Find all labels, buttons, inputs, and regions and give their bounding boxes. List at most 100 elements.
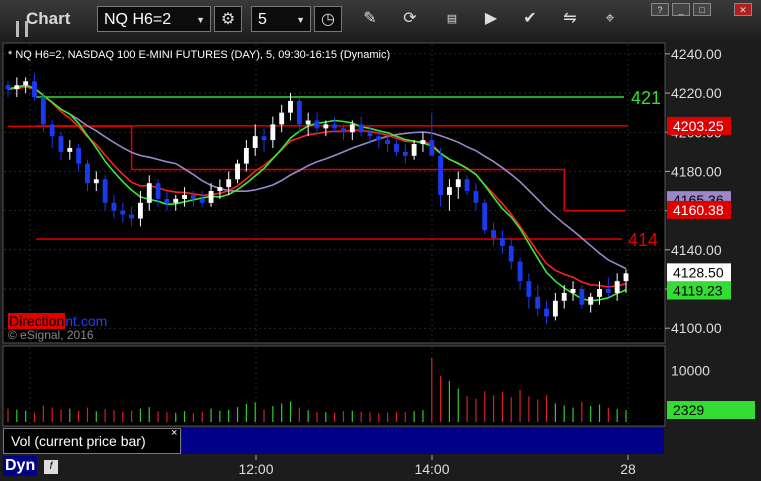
- pencil-icon[interactable]: ✎: [356, 6, 384, 32]
- candle-body: [138, 202, 143, 219]
- candle-body: [376, 136, 382, 141]
- candle-body: [323, 124, 329, 129]
- watermark-blue: nt.com: [65, 313, 108, 329]
- copyright: © eSignal, 2016: [8, 328, 94, 342]
- candle-body: [199, 198, 205, 203]
- toolbar: Chart NQ H6=2 ▼ ⚙ 5 ▼ ◷ ✎ ⟳ ▤ ▶ ✔ ⇋ ⌖ ? _ …: [0, 0, 761, 41]
- symbol-select[interactable]: NQ H6=2 ▼: [97, 6, 211, 32]
- candle-body: [111, 202, 117, 211]
- candle-body: [146, 183, 152, 203]
- cursor-icon[interactable]: ⟳: [396, 6, 424, 32]
- time-tick-label: 12:00: [238, 461, 273, 477]
- watermark: Directionnt.com: [8, 313, 107, 329]
- price-tick-label: 4220.00: [671, 85, 722, 101]
- candle-body: [517, 261, 523, 282]
- candle-body: [561, 292, 567, 301]
- candle-body: [23, 81, 29, 86]
- candle-body: [455, 179, 461, 188]
- candle-body: [473, 191, 479, 203]
- candle-body: [332, 124, 338, 129]
- candle-body: [447, 187, 452, 195]
- price-tick-label: 4180.00: [671, 163, 722, 179]
- time-tick-label: 28: [620, 461, 636, 477]
- pin-icon[interactable]: ⌖: [596, 6, 624, 32]
- candle-body: [508, 245, 514, 262]
- close-study-icon[interactable]: ×: [171, 427, 177, 439]
- app-title: Chart: [8, 9, 70, 37]
- chart-legend: * NQ H6=2, NASDAQ 100 E-MINI FUTURES (DA…: [8, 49, 391, 61]
- chevron-down-icon: ▼: [296, 15, 305, 25]
- candle-body: [93, 179, 99, 184]
- candle-body: [420, 140, 426, 145]
- candle-body: [411, 144, 417, 156]
- candle-body: [190, 194, 196, 199]
- chevron-down-icon: ▼: [196, 15, 205, 25]
- candle-body: [120, 210, 126, 215]
- help-button[interactable]: ?: [651, 3, 669, 16]
- price-badge-label: 4128.50: [673, 264, 724, 280]
- checkmark-icon[interactable]: ✔: [516, 6, 544, 32]
- candle-body: [341, 128, 346, 133]
- candle-body: [367, 132, 373, 137]
- candle-body: [155, 183, 161, 199]
- dynamic-label[interactable]: Dyn: [3, 456, 38, 476]
- candle-body: [5, 85, 11, 90]
- candle-body: [270, 124, 276, 141]
- candle-body: [288, 100, 293, 113]
- price-tick-label: 4240.00: [671, 46, 722, 62]
- candle-body: [579, 289, 585, 305]
- candle-body: [40, 96, 46, 125]
- volume-pane: [2, 345, 666, 427]
- stamp-icon[interactable]: ▤: [438, 6, 466, 32]
- candle-body: [279, 112, 285, 125]
- candle-body: [58, 136, 64, 152]
- minimize-button[interactable]: _: [672, 3, 690, 16]
- volume-study-tab[interactable]: Vol (current price bar): [3, 428, 181, 454]
- interval-select[interactable]: 5 ▼: [251, 6, 311, 32]
- candle-body: [67, 147, 73, 152]
- candle-body: [438, 155, 444, 195]
- candle-body: [314, 120, 320, 129]
- candle-body: [182, 194, 187, 199]
- price-tick-label: 4140.00: [671, 242, 722, 258]
- candle-body: [235, 163, 240, 180]
- candle-body: [544, 308, 549, 317]
- volume-tick-label: 10000: [671, 363, 710, 379]
- time-tick-label: 14:00: [414, 461, 449, 477]
- candle-body: [429, 140, 435, 156]
- gear-icon[interactable]: ⚙: [214, 6, 242, 32]
- candle-body: [252, 136, 258, 148]
- candle-body: [605, 289, 611, 293]
- play-icon[interactable]: ▶: [477, 6, 505, 32]
- candle-body: [491, 230, 496, 239]
- watermark-red: Direction: [8, 313, 66, 329]
- study-strip: [182, 428, 664, 454]
- price-badge-label: 4203.25: [673, 118, 724, 134]
- candle-body: [499, 238, 505, 246]
- candle-body: [349, 124, 355, 133]
- grip-icon[interactable]: [16, 21, 28, 37]
- clock-icon[interactable]: ◷: [314, 6, 342, 32]
- candle-body: [535, 296, 541, 309]
- level-label-green: 421: [631, 88, 661, 108]
- candle-body: [588, 296, 594, 305]
- candle-body: [173, 198, 179, 203]
- candle-body: [570, 289, 576, 293]
- candle-body: [217, 187, 223, 192]
- price-badge-label: 4160.38: [673, 202, 724, 218]
- candle-body: [14, 85, 20, 90]
- maximize-button[interactable]: □: [693, 3, 711, 16]
- candle-body: [85, 163, 90, 184]
- close-button[interactable]: ✕: [734, 3, 752, 16]
- candle-body: [358, 124, 364, 133]
- candle-body: [623, 273, 629, 282]
- chart-canvas[interactable]: 421414 4240.004220.004200.004180.004160.…: [0, 40, 761, 481]
- candle-body: [129, 214, 135, 219]
- candle-body: [76, 147, 82, 164]
- price-tick-label: 4100.00: [671, 320, 722, 336]
- link-icon[interactable]: ⇋: [556, 6, 584, 32]
- candle-body: [394, 144, 399, 152]
- candle-body: [402, 151, 408, 156]
- formula-icon[interactable]: f: [44, 460, 58, 474]
- candle-body: [305, 120, 311, 125]
